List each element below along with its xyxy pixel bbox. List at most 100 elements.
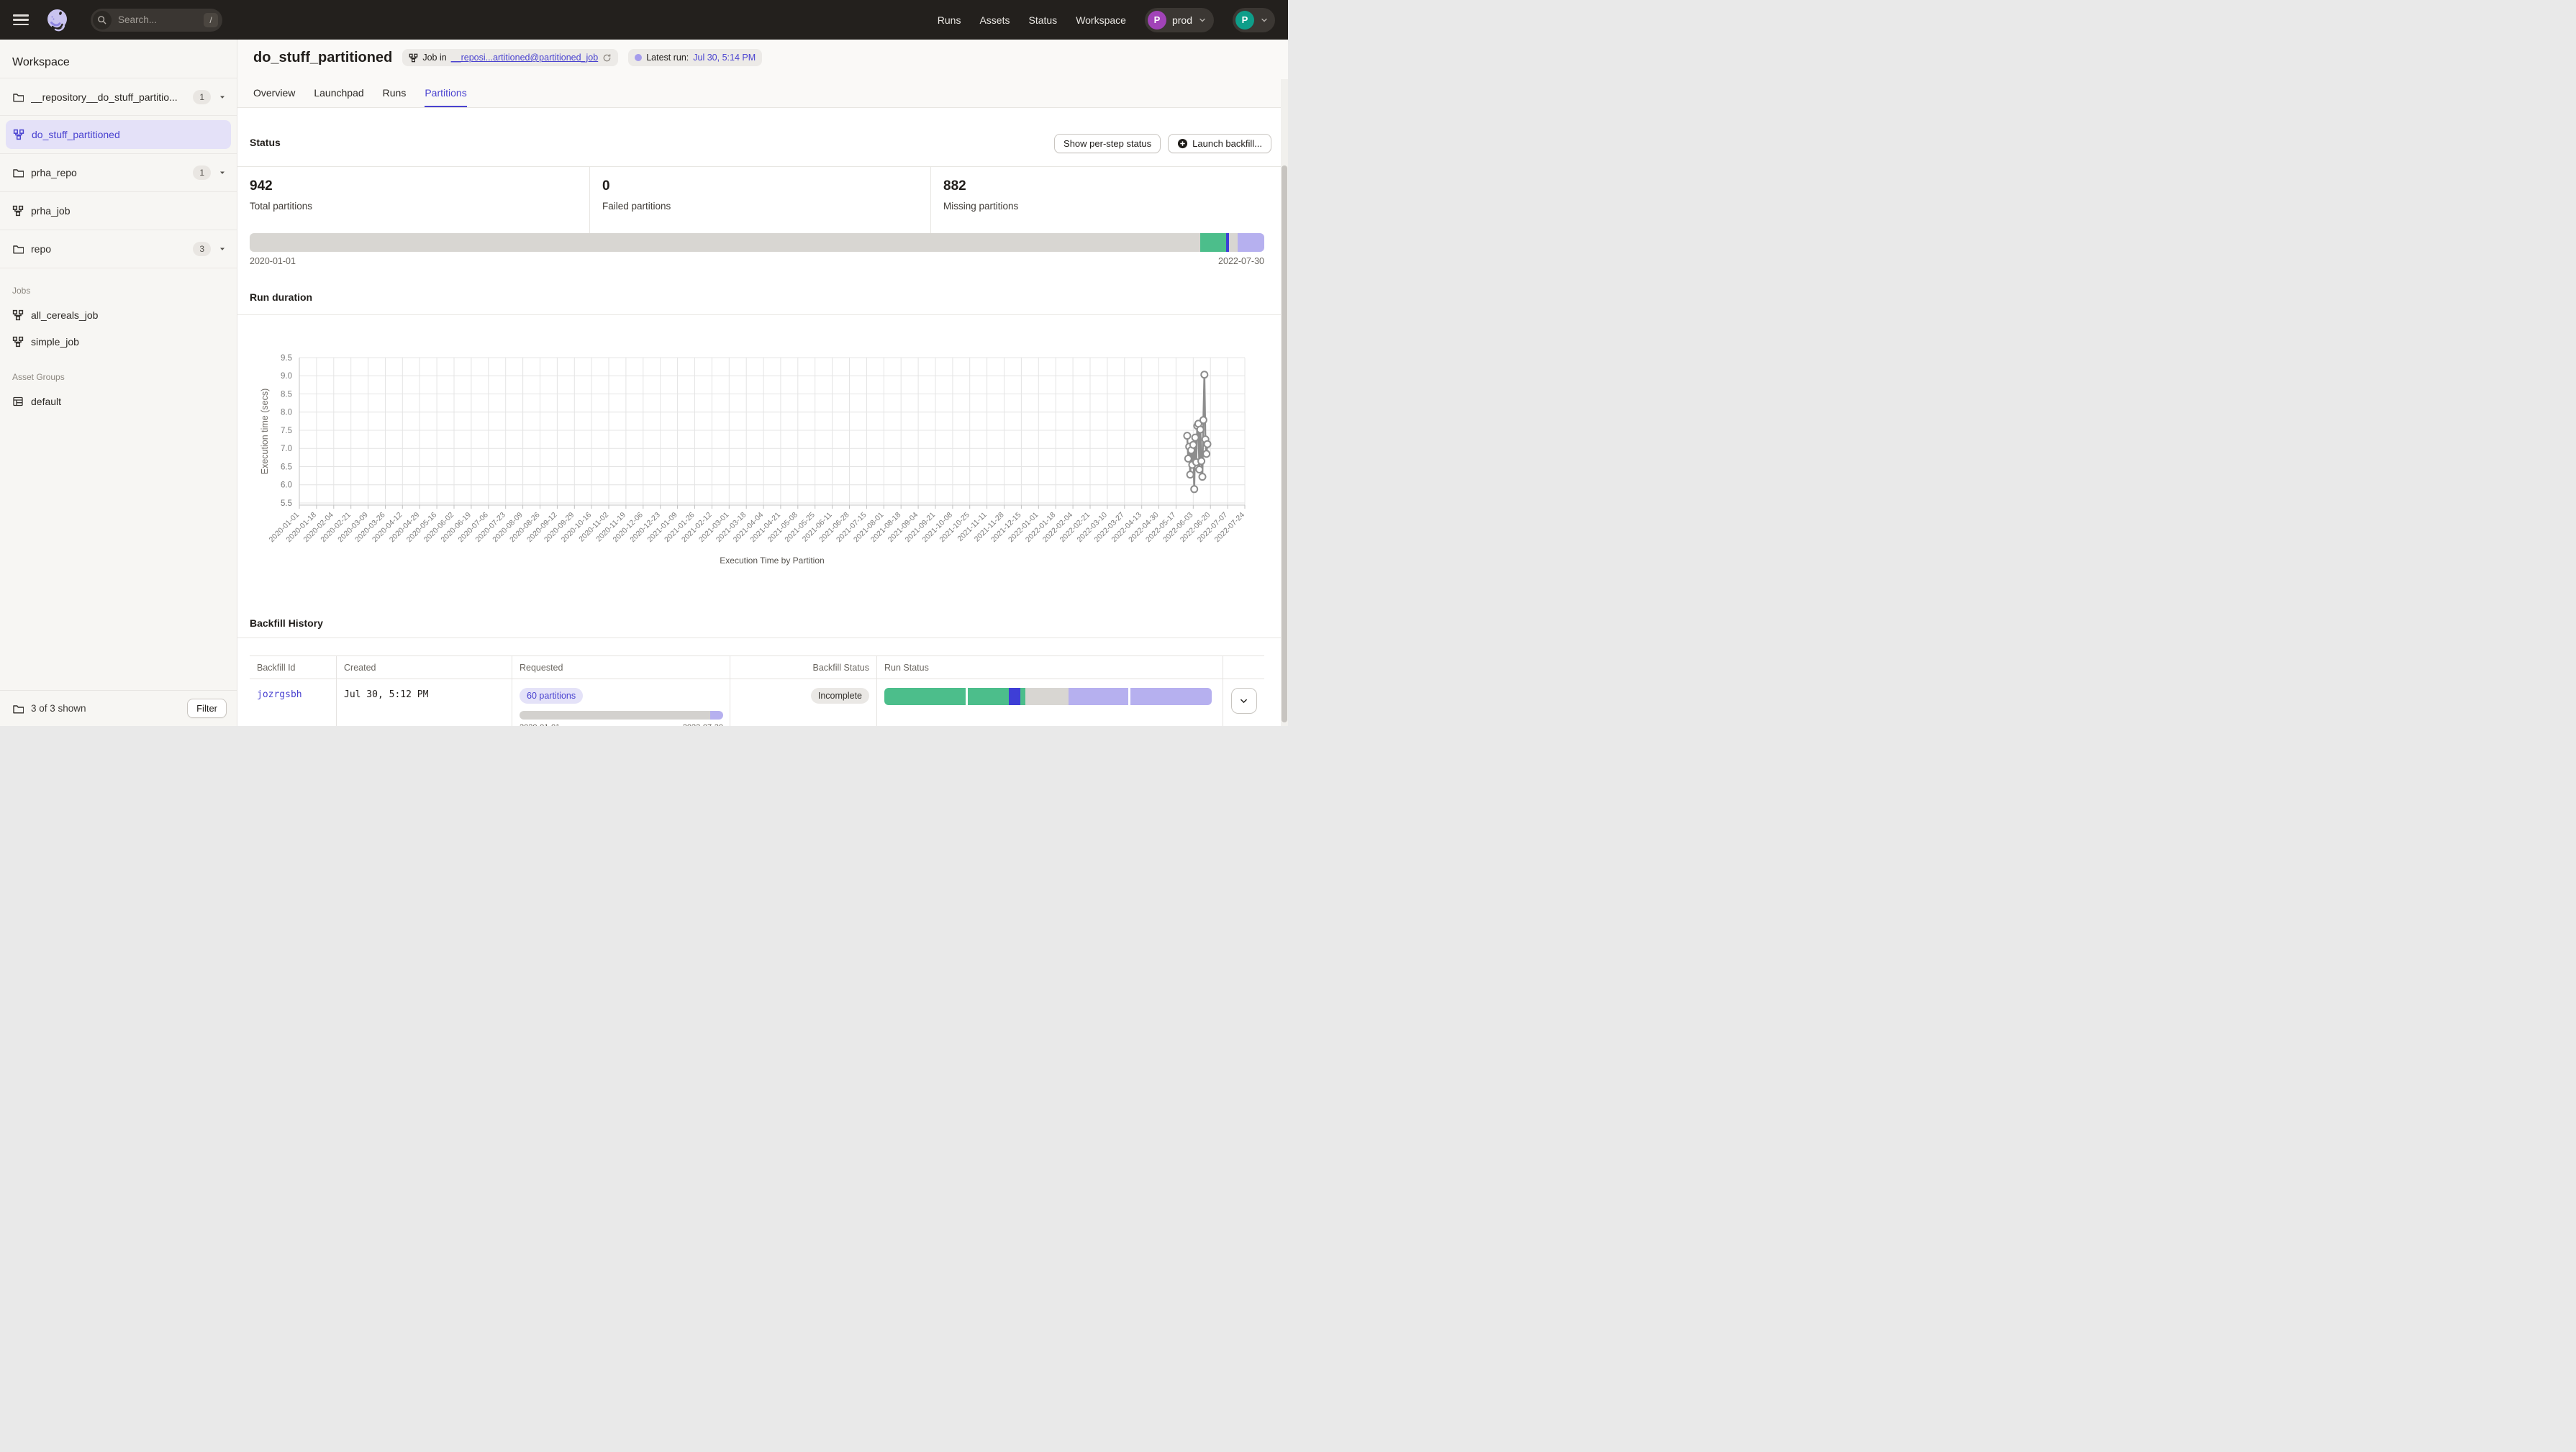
sidebar-footer: 3 of 3 shown Filter: [0, 690, 237, 726]
job-label: simple_job: [31, 336, 79, 348]
sidebar-item-label: prha_repo: [31, 167, 77, 178]
caret-down-icon[interactable]: [218, 93, 227, 101]
nav-link-workspace[interactable]: Workspace: [1076, 14, 1126, 26]
nav-link-status[interactable]: Status: [1028, 14, 1057, 26]
backfill-table: Backfill IdCreatedRequestedBackfill Stat…: [250, 655, 1264, 726]
svg-text:9.0: 9.0: [281, 372, 292, 381]
stat-value: 942: [250, 178, 589, 194]
stat-value: 0: [602, 178, 930, 194]
sidebar-item-repo[interactable]: repo3: [0, 230, 237, 268]
expand-row-button[interactable]: [1231, 688, 1257, 714]
workspace-list: __repository__do_stuff_partitio...1 do_st…: [0, 78, 237, 268]
backfill-created: Jul 30, 5:12 PM: [344, 689, 428, 700]
latest-run-badge: Latest run: Jul 30, 5:14 PM: [628, 49, 762, 66]
job-label: all_cereals_job: [31, 309, 98, 321]
run-duration-chart: 5.56.06.57.07.58.08.59.09.52020-01-01202…: [237, 320, 1281, 573]
svg-text:Execution Time by Partition: Execution Time by Partition: [720, 555, 824, 566]
workspace-sidebar: Workspace __repository__do_stuff_partiti…: [0, 40, 237, 726]
tab-launchpad[interactable]: Launchpad: [314, 87, 363, 107]
svg-text:8.0: 8.0: [281, 409, 292, 417]
bar-segment: [1130, 688, 1212, 705]
asset-group-label: default: [31, 396, 61, 407]
plus-circle-icon: [1177, 138, 1188, 149]
sidebar-item-prha-repo[interactable]: prha_repo1: [0, 154, 237, 192]
bar-segment: [1009, 688, 1020, 705]
global-search[interactable]: /: [91, 9, 222, 32]
run-duration-title: Run duration: [250, 291, 312, 303]
requested-start-date: 2020-01-01: [520, 723, 560, 726]
sidebar-job-simple_job[interactable]: simple_job: [0, 328, 237, 355]
job-icon: [12, 309, 24, 321]
job-icon: [13, 129, 24, 140]
sidebar-item-label: __repository__do_stuff_partitio...: [31, 91, 178, 103]
partition-stats: 942Total partitions0Failed partitions882…: [237, 166, 1288, 234]
sidebar-item-do-stuff-partitioned[interactable]: do_stuff_partitioned: [0, 116, 237, 154]
refresh-icon[interactable]: [602, 53, 612, 63]
latest-run-link[interactable]: Jul 30, 5:14 PM: [693, 53, 756, 63]
asset-groups-section-label: Asset Groups: [12, 372, 237, 382]
svg-text:Execution time (secs): Execution time (secs): [260, 389, 270, 474]
search-icon: [93, 11, 112, 30]
job-icon: [12, 205, 24, 217]
backfill-requested-cell: 60 partitions 2020-01-01 2022-07-30: [512, 679, 730, 726]
bar-start-date: 2020-01-01: [250, 256, 296, 266]
bar-segment: [1229, 233, 1238, 252]
jobs-list: all_cereals_job simple_job: [0, 301, 237, 355]
bar-segment: [1025, 688, 1069, 705]
job-origin-link[interactable]: __reposi...artitioned@partitioned_job: [451, 53, 599, 63]
main-content: do_stuff_partitioned Job in __reposi...a…: [237, 40, 1288, 726]
nav-link-assets[interactable]: Assets: [979, 14, 1010, 26]
tab-runs[interactable]: Runs: [383, 87, 407, 107]
deployment-label: prod: [1172, 14, 1192, 26]
run-status-bar[interactable]: [884, 688, 1212, 705]
nav-link-runs[interactable]: Runs: [938, 14, 961, 26]
backfill-id-link[interactable]: jozrgsbh: [257, 689, 302, 700]
caret-down-icon[interactable]: [218, 245, 227, 253]
backfill-table-header: Backfill IdCreatedRequestedBackfill Stat…: [250, 656, 1264, 679]
svg-text:8.5: 8.5: [281, 390, 292, 399]
requested-partitions-badge[interactable]: 60 partitions: [520, 688, 583, 704]
partition-status-bar[interactable]: [250, 233, 1264, 252]
scrollbar-thumb[interactable]: [1282, 165, 1287, 722]
sidebar-item-prha-job[interactable]: prha_job: [0, 192, 237, 230]
sidebar-job-all_cereals_job[interactable]: all_cereals_job: [0, 301, 237, 328]
user-menu[interactable]: P: [1233, 8, 1275, 32]
bar-segment: [1020, 688, 1025, 705]
show-per-step-status-button[interactable]: Show per-step status: [1054, 134, 1161, 153]
column-header-requested: Requested: [512, 656, 730, 679]
bar-segment: [1069, 688, 1128, 705]
search-input[interactable]: [117, 14, 199, 26]
repo-count: 3 of 3 shown: [31, 703, 86, 714]
column-header-backfill-status: Backfill Status: [730, 656, 877, 679]
sidebar-item-label: do_stuff_partitioned: [32, 129, 120, 140]
svg-text:9.5: 9.5: [281, 354, 292, 363]
backfill-status-badge: Incomplete: [811, 688, 869, 704]
sidebar-item-repository-do-stuff-partitio[interactable]: __repository__do_stuff_partitio...1: [0, 78, 237, 116]
dagster-logo-icon[interactable]: [45, 7, 71, 33]
jobs-section-label: Jobs: [12, 286, 237, 296]
bar-segment: [968, 688, 1009, 705]
stat-missing-partitions: 882Missing partitions: [930, 167, 1288, 234]
folder-icon: [12, 167, 24, 178]
sidebar-asset-group-default[interactable]: default: [0, 388, 237, 414]
launch-backfill-button[interactable]: Launch backfill...: [1168, 134, 1271, 153]
job-icon: [12, 336, 24, 348]
stat-failed-partitions: 0Failed partitions: [589, 167, 930, 234]
requested-range-bar: [520, 711, 723, 720]
search-shortcut-hint: /: [204, 13, 218, 27]
page-scrollbar[interactable]: [1281, 79, 1288, 726]
filter-button[interactable]: Filter: [187, 699, 227, 718]
svg-text:7.0: 7.0: [281, 445, 292, 453]
sidebar-title: Workspace: [12, 56, 237, 69]
hamburger-menu-icon[interactable]: [13, 14, 29, 25]
svg-text:5.5: 5.5: [281, 499, 292, 508]
caret-down-icon[interactable]: [218, 168, 227, 177]
run-status-dot-icon: [635, 54, 642, 61]
tab-partitions[interactable]: Partitions: [425, 87, 466, 107]
bar-segment: [250, 233, 1200, 252]
stat-total-partitions: 942Total partitions: [237, 167, 589, 234]
column-header-run-status: Run Status: [877, 656, 1223, 679]
tab-overview[interactable]: Overview: [253, 87, 295, 107]
deployment-switcher[interactable]: P prod: [1145, 8, 1214, 32]
job-tabs: Overview Launchpad Runs Partitions: [253, 87, 467, 107]
